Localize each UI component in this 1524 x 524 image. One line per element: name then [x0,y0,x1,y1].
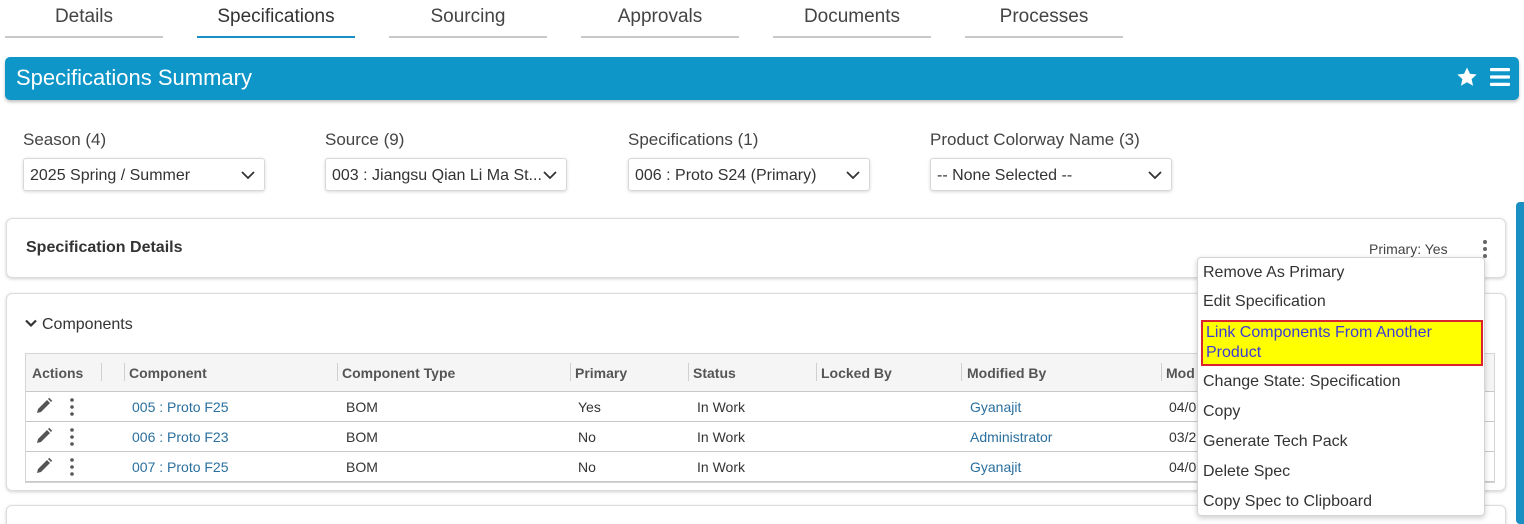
modified-cell: 04/0 [1169,459,1197,475]
status-cell: In Work [697,459,745,475]
row-more-options-icon[interactable] [69,427,75,447]
component-type-cell: BOM [346,459,378,475]
modified-by-link[interactable]: Gyanajit [970,459,1021,475]
components-title[interactable]: Components [42,316,133,334]
menu-item-delete-spec[interactable]: Delete Spec [1203,463,1290,481]
hamburger-menu-icon[interactable] [1489,66,1511,88]
tab-processes[interactable]: Processes [965,0,1123,38]
tab-approvals[interactable]: Approvals [581,0,739,38]
pencil-edit-icon[interactable] [35,457,53,475]
star-icon[interactable] [1455,65,1479,89]
specifications-label: Specifications (1) [628,130,759,149]
component-link[interactable]: 007 : Proto F25 [132,459,229,475]
modified-by-link[interactable]: Administrator [970,429,1052,445]
colorway-select[interactable]: -- None Selected -- [930,158,1172,191]
component-type-cell: BOM [346,429,378,445]
modified-by-link[interactable]: Gyanajit [970,399,1021,415]
tab-documents[interactable]: Documents [773,0,931,38]
colorway-label: Product Colorway Name (3) [930,130,1140,149]
more-options-icon[interactable] [1481,239,1489,259]
season-filter: Season (4) 2025 Spring / Summer [23,130,265,191]
season-label: Season (4) [23,130,107,149]
primary-cell: Yes [578,399,601,415]
source-filter: Source (9) 003 : Jiangsu Qian Li Ma St..… [325,130,567,191]
column-header-primary[interactable]: Primary [575,365,627,381]
column-header-modified[interactable]: Mod [1166,365,1195,381]
page-title: Specifications Summary [16,65,252,90]
component-link[interactable]: 005 : Proto F25 [132,399,229,415]
menu-item-copy-spec-to-clipboard[interactable]: Copy Spec to Clipboard [1203,493,1372,511]
scrollbar[interactable] [1516,202,1524,524]
menu-item-link-components[interactable]: Link Components From Another Product [1201,320,1483,366]
status-cell: In Work [697,399,745,415]
chevron-down-icon [1148,171,1162,180]
primary-status: Primary: Yes [1369,241,1448,257]
tab-specifications[interactable]: Specifications [197,0,355,38]
column-divider [961,363,962,381]
row-more-options-icon[interactable] [69,457,75,477]
menu-item-change-state[interactable]: Change State: Specification [1203,373,1400,391]
menu-item-remove-as-primary[interactable]: Remove As Primary [1203,264,1344,282]
component-link[interactable]: 006 : Proto F23 [132,429,229,445]
column-header-actions[interactable]: Actions [32,365,83,381]
column-header-locked-by[interactable]: Locked By [821,365,892,381]
source-label: Source (9) [325,130,405,149]
column-header-component[interactable]: Component [129,365,207,381]
specification-actions-menu: Remove As Primary Edit Specification Lin… [1197,257,1485,516]
specification-details-title: Specification Details [26,239,183,256]
menu-item-generate-tech-pack[interactable]: Generate Tech Pack [1203,433,1348,451]
component-type-cell: BOM [346,399,378,415]
tab-sourcing[interactable]: Sourcing [389,0,547,38]
season-select[interactable]: 2025 Spring / Summer [23,158,265,191]
pencil-edit-icon[interactable] [35,427,53,445]
specifications-select[interactable]: 006 : Proto S24 (Primary) [628,158,870,191]
primary-cell: No [578,459,596,475]
column-divider [101,363,102,381]
chevron-down-icon [241,171,255,180]
column-header-status[interactable]: Status [693,365,736,381]
column-divider [688,363,689,381]
page-header: Specifications Summary [5,57,1519,100]
colorway-filter: Product Colorway Name (3) -- None Select… [930,130,1172,191]
chevron-down-icon [543,171,557,180]
pencil-edit-icon[interactable] [35,397,53,415]
chevron-down-icon [846,171,860,180]
column-divider [1161,363,1162,381]
column-divider [124,363,125,381]
menu-item-edit-specification[interactable]: Edit Specification [1203,293,1326,311]
row-more-options-icon[interactable] [69,397,75,417]
tab-details[interactable]: Details [5,0,163,38]
chevron-down-icon[interactable] [25,319,37,328]
specifications-filter: Specifications (1) 006 : Proto S24 (Prim… [628,130,870,191]
column-divider [337,363,338,381]
column-divider [816,363,817,381]
column-header-component-type[interactable]: Component Type [342,365,455,381]
source-select[interactable]: 003 : Jiangsu Qian Li Ma St... [325,158,567,191]
status-cell: In Work [697,429,745,445]
modified-cell: 03/2 [1169,429,1197,445]
modified-cell: 04/0 [1169,399,1197,415]
column-header-modified-by[interactable]: Modified By [967,365,1046,381]
primary-cell: No [578,429,596,445]
menu-item-copy[interactable]: Copy [1203,403,1240,421]
column-divider [570,363,571,381]
